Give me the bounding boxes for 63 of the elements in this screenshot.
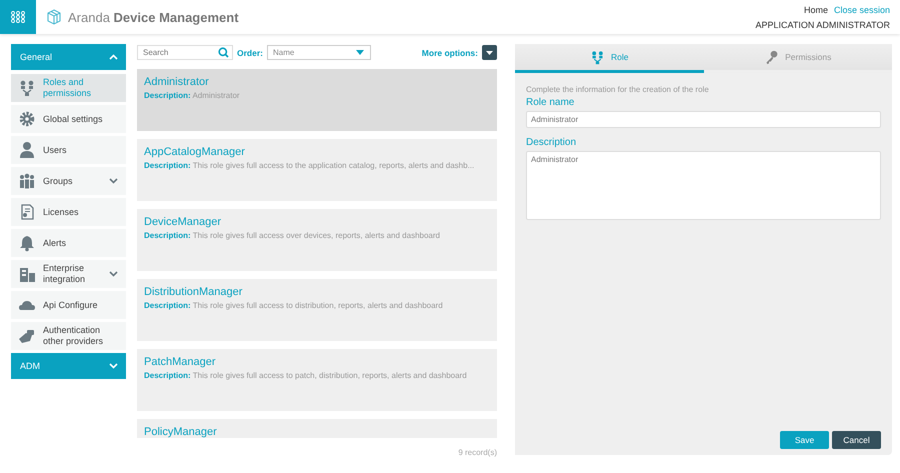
role-description: Description: This role gives full access over devices, reports, alerts and dashboard <box>144 231 441 240</box>
more-options-button[interactable] <box>482 45 497 60</box>
field-label: Description <box>526 137 578 148</box>
header-link[interactable]: Home <box>804 5 828 15</box>
role-description: Description: Administrator <box>144 91 241 100</box>
role-card[interactable]: AppCatalogManager Description: This role gives full access to the application catalog, reports, alerts and dashb... <box>137 139 497 201</box>
order-label: Order: <box>237 48 263 58</box>
role-description: Description: This role gives full access to distribution, reports, alerts and dashboard <box>144 301 444 310</box>
sidebar-section[interactable]: ADM <box>11 353 126 379</box>
sidebar-item[interactable]: Licenses <box>11 198 126 226</box>
search-icon <box>218 47 229 58</box>
people-hierarchy-icon <box>590 50 605 64</box>
role-name: Administrator <box>144 76 210 88</box>
field-label: Role name <box>526 97 576 108</box>
bell-icon <box>18 234 36 252</box>
cancel-button[interactable]: Cancel <box>832 431 881 449</box>
user-icon <box>18 141 36 159</box>
more-options-label: More options: <box>422 48 478 58</box>
sidebar-section[interactable]: General <box>11 44 126 70</box>
role-description: Description: This role gives full access to patch, distribution, reports, alerts and dashboard <box>144 371 468 380</box>
description-field[interactable]: Administrator <box>526 151 881 220</box>
order-dropdown[interactable]: Name <box>266 45 371 60</box>
key-icon <box>764 50 780 64</box>
sidebar-item[interactable]: Groups <box>11 167 126 195</box>
role-name: DeviceManager <box>144 216 222 228</box>
header-link[interactable]: Close session <box>834 5 890 15</box>
app-title: Aranda Device Management <box>68 10 239 24</box>
role-name-field[interactable]: Administrator <box>526 111 881 128</box>
sidebar-item[interactable]: Api Configure <box>11 291 126 319</box>
role-description: Description: This role gives full access to the application catalog, reports, alerts and dashb... <box>144 161 476 170</box>
chevron-icon <box>109 54 118 60</box>
sidebar-item[interactable]: Roles and permissions <box>11 74 126 102</box>
role-name: PolicyManager <box>144 426 218 438</box>
role-name: AppCatalogManager <box>144 146 246 158</box>
sidebar-item[interactable]: Alerts <box>11 229 126 257</box>
apps-grid-icon <box>11 11 25 23</box>
people-group-icon <box>18 172 36 190</box>
sidebar-item[interactable]: Enterprise integration <box>11 260 126 288</box>
sidebar-item[interactable]: Users <box>11 136 126 164</box>
caret-icon <box>356 50 364 55</box>
sidebar-item[interactable]: Authentication other providers <box>11 322 126 350</box>
people-hierarchy-icon <box>18 79 36 97</box>
save-button[interactable]: Save <box>780 431 829 449</box>
search-field[interactable]: Search <box>137 45 233 60</box>
chevron-icon <box>109 178 118 184</box>
role-name: DistributionManager <box>144 286 244 298</box>
gear-icon <box>18 110 36 128</box>
sidebar-item[interactable]: Global settings <box>11 105 126 133</box>
cube-logo-icon <box>46 9 62 25</box>
role-card[interactable]: PolicyManager <box>137 419 497 438</box>
apps-menu-button[interactable] <box>0 0 36 34</box>
chevron-icon <box>109 271 118 277</box>
role-card[interactable]: DeviceManager Description: This role gives full access over devices, reports, alerts and dashboard <box>137 209 497 271</box>
building-icon <box>18 265 36 283</box>
record-count: 9 record(s) <box>457 448 497 457</box>
chevron-icon <box>109 363 118 369</box>
role-name: PatchManager <box>144 356 217 368</box>
user-role: APPLICATION ADMINISTRATOR <box>755 20 890 30</box>
role-card[interactable]: DistributionManager Description: This role gives full access to distribution, reports, alerts and dashboard <box>137 279 497 341</box>
form-intro: Complete the information for the creation of the role <box>526 85 710 94</box>
caret-icon <box>486 50 493 54</box>
role-card[interactable]: Administrator Description: Administrator <box>137 69 497 131</box>
role-card[interactable]: PatchManager Description: This role gives full access to patch, distribution, reports, alerts and dashboard <box>137 349 497 411</box>
